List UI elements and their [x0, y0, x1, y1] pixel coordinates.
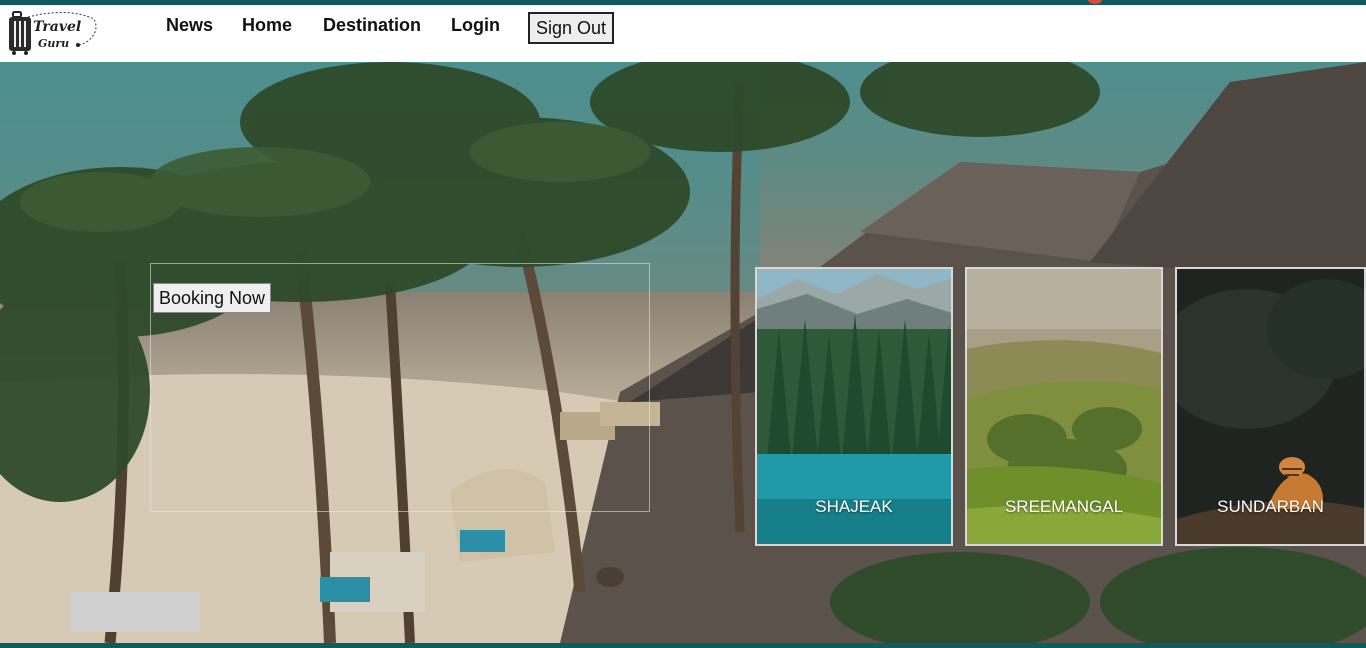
page: Travel Guru News Home Destination Login … — [0, 0, 1366, 648]
brand-logo[interactable]: Travel Guru — [8, 9, 100, 57]
destination-label: SREEMANGAL — [1004, 497, 1124, 516]
destination-card-sundarban[interactable]: SUNDARBAN — [1175, 267, 1366, 546]
destination-card-shajeak[interactable]: SHAJEAK — [755, 267, 953, 546]
bottom-accent-stripe — [0, 643, 1366, 648]
nav-destination[interactable]: Destination — [323, 15, 421, 36]
booking-panel: Booking Now — [150, 263, 650, 512]
destination-label: SHAJEAK — [815, 497, 893, 516]
navbar: Travel Guru News Home Destination Login … — [0, 5, 1366, 62]
sign-out-button[interactable]: Sign Out — [528, 12, 614, 44]
brand-name-line2: Guru — [38, 37, 70, 50]
notification-dot — [1088, 0, 1102, 4]
nav-home[interactable]: Home — [242, 15, 292, 36]
destination-label: SUNDARBAN — [1217, 497, 1324, 516]
destination-card-sreemangal[interactable]: SREEMANGAL — [965, 267, 1163, 546]
booking-now-button[interactable]: Booking Now — [153, 283, 272, 313]
nav-news[interactable]: News — [166, 15, 213, 36]
brand-name-line1: Travel — [33, 19, 82, 35]
nav-login[interactable]: Login — [451, 15, 500, 36]
hero-section: Booking Now SHAJEAK SREEMANGAL SUNDARBAN — [0, 62, 1366, 643]
